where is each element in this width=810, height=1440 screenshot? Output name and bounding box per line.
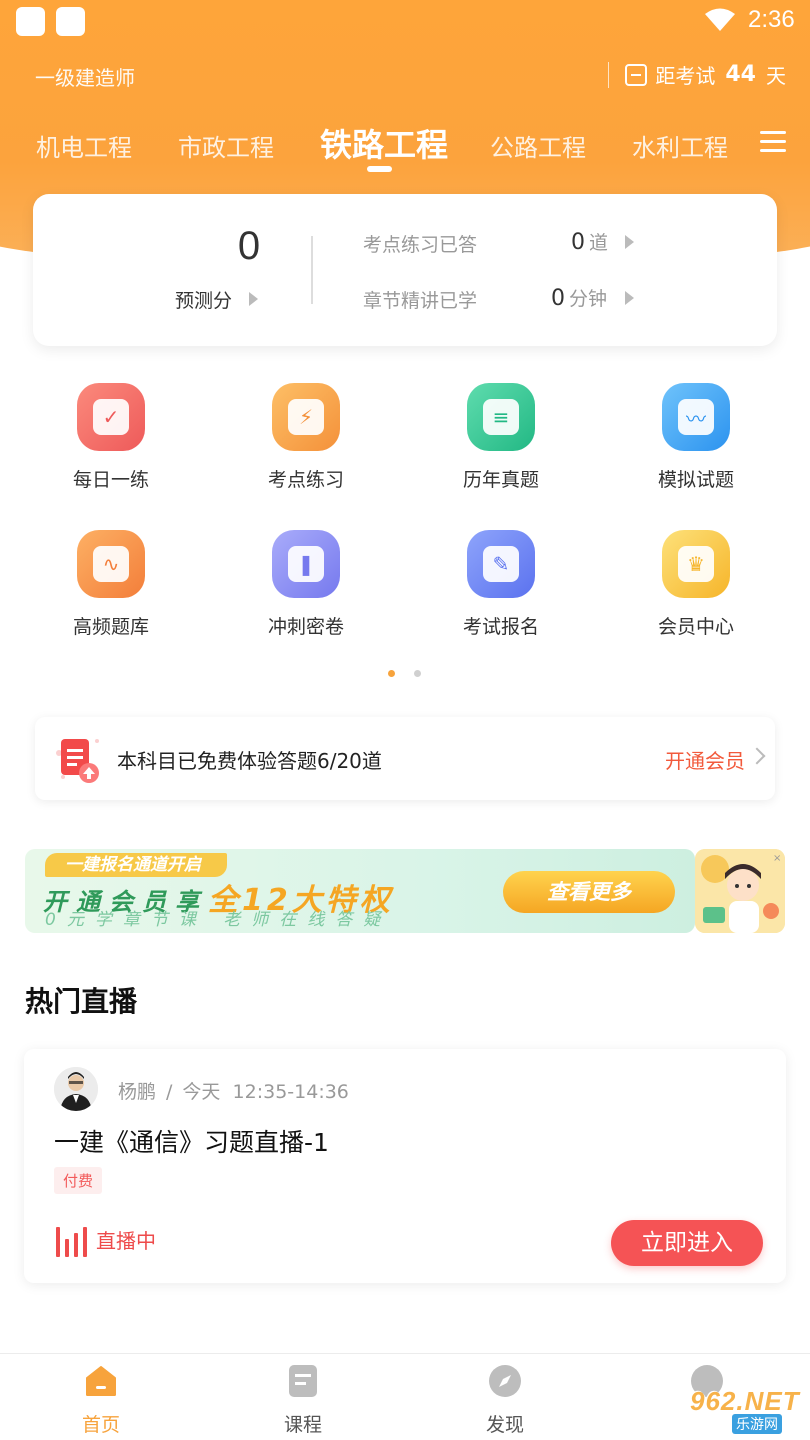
pager-dot-active[interactable] xyxy=(388,670,395,677)
arrow-right-icon xyxy=(625,235,634,249)
notification-icon xyxy=(56,7,85,36)
paid-badge: 付费 xyxy=(54,1167,103,1194)
grid-label: 冲刺密卷 xyxy=(267,616,344,638)
grid-label: 会员中心 xyxy=(657,616,734,638)
nav-label: 发现 xyxy=(485,1414,524,1436)
tab-shizheng[interactable]: 市政工程 xyxy=(178,128,274,163)
banner-illustration[interactable]: × xyxy=(695,849,785,933)
grid-label: 每日一练 xyxy=(72,469,149,491)
nav-home[interactable]: 首页 xyxy=(41,1364,161,1437)
live-card[interactable]: 杨鹏 / 今天 12:35-14:36 一建《通信》习题直播-1 付费 直播中 立即… xyxy=(24,1049,786,1283)
trial-progress-text: 本科目已免费体验答题6/20道 xyxy=(117,749,382,773)
wifi-icon xyxy=(705,8,735,31)
nav-discover[interactable]: 发现 xyxy=(445,1364,565,1437)
open-membership-link[interactable]: 开通会员 xyxy=(665,745,745,774)
divider xyxy=(311,236,313,304)
avatar xyxy=(54,1067,98,1111)
calendar-check-icon: ✓ xyxy=(77,383,145,451)
live-bars-icon xyxy=(56,1227,88,1257)
arrow-right-icon xyxy=(249,292,258,306)
notification-icon xyxy=(16,7,45,36)
section-title-hot-live: 热门直播 xyxy=(25,985,138,1018)
clock: 2:36 xyxy=(748,6,795,33)
scroll-pulse-icon: ∿ xyxy=(77,530,145,598)
predicted-score-value[interactable]: 0 xyxy=(203,224,295,269)
nav-label: 课程 xyxy=(283,1414,322,1436)
countdown-prefix: 距考试 xyxy=(655,64,716,88)
course-icon xyxy=(289,1365,317,1397)
crown-icon: ♛ xyxy=(662,530,730,598)
cartoon-girl-icon: × xyxy=(695,849,785,933)
divider xyxy=(608,61,610,88)
enter-live-button[interactable]: 立即进入 xyxy=(611,1220,763,1266)
grid-mock-exams[interactable]: 〰 模拟试题 xyxy=(616,383,776,492)
grid-label: 历年真题 xyxy=(462,469,539,491)
live-day: 今天 xyxy=(182,1081,221,1103)
grid-label: 模拟试题 xyxy=(657,469,734,491)
monitor-chart-icon: 〰 xyxy=(662,383,730,451)
grid-daily-practice[interactable]: ✓ 每日一练 xyxy=(31,383,191,492)
pager-dot[interactable] xyxy=(414,670,421,677)
watermark-text: 962.NET xyxy=(690,1386,800,1416)
live-time: 12:35-14:36 xyxy=(232,1081,349,1103)
grid-label: 高频题库 xyxy=(72,616,149,638)
watermark-sub: 乐游网 xyxy=(732,1414,782,1434)
countdown-suffix: 天 xyxy=(766,64,786,88)
site-watermark: 962.NET 乐游网 xyxy=(676,1384,806,1434)
tab-jidian[interactable]: 机电工程 xyxy=(36,128,132,163)
promo-banner[interactable]: 一建报名通道开启 开通会员享全12大特权 0元学章节课 老师在线答疑 查看更多 xyxy=(25,849,695,933)
view-more-button[interactable]: 查看更多 xyxy=(503,871,675,913)
lightning-card-icon: ⚡ xyxy=(272,383,340,451)
live-meta: 杨鹏 / 今天 12:35-14:36 xyxy=(118,1081,349,1103)
grid-past-exams[interactable]: ≡ 历年真题 xyxy=(421,383,581,492)
chevron-right-icon xyxy=(748,747,766,765)
tab-shuili[interactable]: 水利工程 xyxy=(632,128,728,163)
status-bar: 2:36 xyxy=(0,0,810,44)
grid-member-center[interactable]: ♛ 会员中心 xyxy=(616,530,776,639)
document-leaf-icon: ≡ xyxy=(467,383,535,451)
stats-card: 0 预测分 考点练习已答 0道 章节精讲已学 0 分钟 xyxy=(33,194,777,346)
home-icon xyxy=(86,1366,116,1396)
grid-label: 考试报名 xyxy=(462,616,539,638)
exam-name[interactable]: 一级建造师 xyxy=(35,62,135,91)
exam-countdown[interactable]: 距考试 44 天 xyxy=(608,60,786,89)
countdown-days: 44 xyxy=(725,62,756,87)
menu-icon[interactable] xyxy=(760,131,786,153)
pen-signup-icon: ✎ xyxy=(467,530,535,598)
practice-answered-label[interactable]: 考点练习已答 xyxy=(363,230,477,257)
arrow-right-icon xyxy=(625,291,634,305)
live-title: 一建《通信》习题直播-1 xyxy=(54,1128,329,1157)
grid-sprint-papers[interactable]: ❚ 冲刺密卷 xyxy=(226,530,386,639)
compass-icon xyxy=(489,1365,521,1397)
subject-tabs: 机电工程 市政工程 铁路工程 公路工程 水利工程 xyxy=(0,118,810,178)
banner-subtitle: 0元学章节课 老师在线答疑 xyxy=(45,910,392,930)
chapter-studied-label[interactable]: 章节精讲已学 xyxy=(363,286,477,313)
predicted-score-label[interactable]: 预测分 xyxy=(175,286,232,313)
svg-text:×: × xyxy=(773,853,781,864)
chapter-studied-value[interactable]: 0 分钟 xyxy=(551,284,607,311)
teacher-name: 杨鹏 xyxy=(118,1081,157,1103)
grid-label: 考点练习 xyxy=(267,469,344,491)
grid-high-frequency-bank[interactable]: ∿ 高频题库 xyxy=(31,530,191,639)
document-upload-icon xyxy=(56,739,99,783)
grid-exam-registration[interactable]: ✎ 考试报名 xyxy=(421,530,581,639)
free-trial-card[interactable]: 本科目已免费体验答题6/20道 开通会员 xyxy=(35,717,775,800)
grid-key-point-practice[interactable]: ⚡ 考点练习 xyxy=(226,383,386,492)
bookmark-book-icon: ❚ xyxy=(272,530,340,598)
nav-course[interactable]: 课程 xyxy=(243,1364,363,1437)
practice-answered-value[interactable]: 0道 xyxy=(571,228,608,255)
active-tab-indicator xyxy=(367,166,392,172)
live-status: 直播中 xyxy=(96,1229,156,1253)
nav-label: 首页 xyxy=(81,1414,120,1436)
tab-gonglu[interactable]: 公路工程 xyxy=(490,128,586,163)
banner-tag: 一建报名通道开启 xyxy=(45,853,227,877)
tab-tielu[interactable]: 铁路工程 xyxy=(320,120,448,166)
calendar-icon xyxy=(625,63,648,86)
